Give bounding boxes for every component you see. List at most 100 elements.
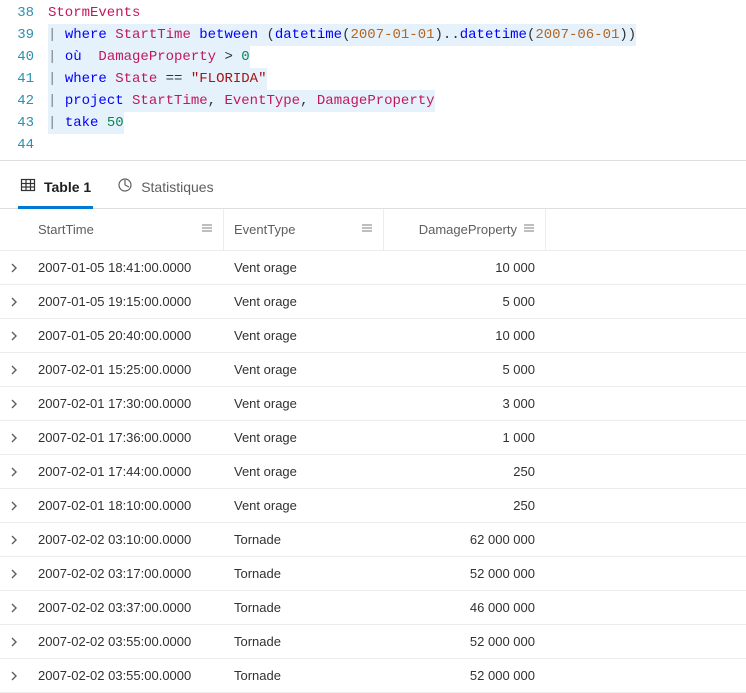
cell-starttime: 2007-02-02 03:55:00.0000: [28, 625, 224, 658]
cell-eventtype: Vent orage: [224, 251, 384, 284]
cell-eventtype: Tornade: [224, 557, 384, 590]
expand-row-icon[interactable]: [0, 297, 28, 307]
tab-table-label: Table 1: [44, 179, 91, 195]
cell-eventtype: Vent orage: [224, 319, 384, 352]
line-number: 43: [0, 112, 48, 134]
expand-row-icon[interactable]: [0, 671, 28, 681]
cell-spacer: [546, 251, 566, 284]
table-row[interactable]: 2007-02-01 18:10:00.0000Vent orage250: [0, 489, 746, 523]
cell-eventtype: Vent orage: [224, 455, 384, 488]
line-number: 42: [0, 90, 48, 112]
column-menu-icon[interactable]: [523, 222, 535, 237]
line-number: 44: [0, 134, 48, 156]
expand-row-icon[interactable]: [0, 535, 28, 545]
cell-starttime: 2007-02-02 03:17:00.0000: [28, 557, 224, 590]
line-code[interactable]: | where State == "FLORIDA": [48, 68, 746, 90]
cell-starttime: 2007-02-01 18:10:00.0000: [28, 489, 224, 522]
tab-stats-label: Statistiques: [141, 179, 213, 195]
line-code[interactable]: | where StartTime between (datetime(2007…: [48, 24, 746, 46]
editor-line[interactable]: 38StormEvents: [0, 2, 746, 24]
column-header-spacer: [546, 209, 566, 250]
cell-spacer: [546, 625, 566, 658]
cell-damageproperty: 3 000: [384, 387, 546, 420]
expand-row-icon[interactable]: [0, 569, 28, 579]
expand-row-icon[interactable]: [0, 433, 28, 443]
editor-line[interactable]: 40| où DamageProperty > 0: [0, 46, 746, 68]
tab-stats[interactable]: Statistiques: [115, 171, 215, 209]
line-code[interactable]: StormEvents: [48, 2, 746, 24]
expand-row-icon[interactable]: [0, 399, 28, 409]
results-tabs: Table 1 Statistiques: [0, 161, 746, 209]
cell-starttime: 2007-02-02 03:55:00.0000: [28, 659, 224, 692]
table-row[interactable]: 2007-02-02 03:10:00.0000Tornade62 000 00…: [0, 523, 746, 557]
line-number: 41: [0, 68, 48, 90]
cell-damageproperty: 52 000 000: [384, 625, 546, 658]
line-code[interactable]: | où DamageProperty > 0: [48, 46, 746, 68]
table-icon: [20, 177, 36, 196]
column-header-starttime[interactable]: StartTime: [28, 209, 224, 250]
cell-spacer: [546, 591, 566, 624]
cell-damageproperty: 10 000: [384, 251, 546, 284]
table-row[interactable]: 2007-02-01 17:44:00.0000Vent orage250: [0, 455, 746, 489]
query-editor[interactable]: 38StormEvents39| where StartTime between…: [0, 0, 746, 161]
table-row[interactable]: 2007-02-01 17:36:00.0000Vent orage1 000: [0, 421, 746, 455]
line-number: 38: [0, 2, 48, 24]
cell-eventtype: Vent orage: [224, 421, 384, 454]
cell-starttime: 2007-01-05 18:41:00.0000: [28, 251, 224, 284]
table-row[interactable]: 2007-01-05 20:40:00.0000Vent orage10 000: [0, 319, 746, 353]
column-header-damageproperty[interactable]: DamageProperty: [384, 209, 546, 250]
table-row[interactable]: 2007-02-01 17:30:00.0000Vent orage3 000: [0, 387, 746, 421]
line-code[interactable]: [48, 134, 746, 156]
cell-damageproperty: 10 000: [384, 319, 546, 352]
expand-row-icon[interactable]: [0, 467, 28, 477]
cell-spacer: [546, 557, 566, 590]
table-row[interactable]: 2007-02-02 03:17:00.0000Tornade52 000 00…: [0, 557, 746, 591]
tab-table[interactable]: Table 1: [18, 171, 93, 209]
cell-starttime: 2007-02-01 17:44:00.0000: [28, 455, 224, 488]
expand-row-icon[interactable]: [0, 637, 28, 647]
table-row[interactable]: 2007-02-02 03:55:00.0000Tornade52 000 00…: [0, 659, 746, 693]
expand-row-icon[interactable]: [0, 331, 28, 341]
cell-damageproperty: 5 000: [384, 353, 546, 386]
results-table: StartTime EventType DamageProperty 2007-…: [0, 209, 746, 693]
cell-starttime: 2007-02-01 17:30:00.0000: [28, 387, 224, 420]
expand-row-icon[interactable]: [0, 365, 28, 375]
cell-eventtype: Tornade: [224, 523, 384, 556]
cell-starttime: 2007-02-02 03:37:00.0000: [28, 591, 224, 624]
line-number: 40: [0, 46, 48, 68]
cell-damageproperty: 52 000 000: [384, 659, 546, 692]
cell-spacer: [546, 319, 566, 352]
table-row[interactable]: 2007-01-05 19:15:00.0000Vent orage5 000: [0, 285, 746, 319]
editor-line[interactable]: 44: [0, 134, 746, 156]
expand-row-icon[interactable]: [0, 263, 28, 273]
table-row[interactable]: 2007-02-01 15:25:00.0000Vent orage5 000: [0, 353, 746, 387]
column-menu-icon[interactable]: [201, 222, 213, 237]
line-number: 39: [0, 24, 48, 46]
cell-starttime: 2007-02-02 03:10:00.0000: [28, 523, 224, 556]
expand-row-icon[interactable]: [0, 501, 28, 511]
table-row[interactable]: 2007-02-02 03:37:00.0000Tornade46 000 00…: [0, 591, 746, 625]
editor-line[interactable]: 39| where StartTime between (datetime(20…: [0, 24, 746, 46]
editor-line[interactable]: 43| take 50: [0, 112, 746, 134]
stats-icon: [117, 177, 133, 196]
cell-damageproperty: 250: [384, 489, 546, 522]
line-code[interactable]: | take 50: [48, 112, 746, 134]
cell-damageproperty: 46 000 000: [384, 591, 546, 624]
cell-spacer: [546, 285, 566, 318]
column-menu-icon[interactable]: [361, 222, 373, 237]
cell-damageproperty: 52 000 000: [384, 557, 546, 590]
editor-line[interactable]: 42| project StartTime, EventType, Damage…: [0, 90, 746, 112]
cell-eventtype: Vent orage: [224, 353, 384, 386]
cell-spacer: [546, 659, 566, 692]
cell-starttime: 2007-01-05 20:40:00.0000: [28, 319, 224, 352]
cell-spacer: [546, 421, 566, 454]
cell-damageproperty: 1 000: [384, 421, 546, 454]
editor-line[interactable]: 41| where State == "FLORIDA": [0, 68, 746, 90]
table-row[interactable]: 2007-01-05 18:41:00.0000Vent orage10 000: [0, 251, 746, 285]
expand-row-icon[interactable]: [0, 603, 28, 613]
column-header-eventtype[interactable]: EventType: [224, 209, 384, 250]
cell-damageproperty: 250: [384, 455, 546, 488]
table-row[interactable]: 2007-02-02 03:55:00.0000Tornade52 000 00…: [0, 625, 746, 659]
cell-eventtype: Vent orage: [224, 285, 384, 318]
line-code[interactable]: | project StartTime, EventType, DamagePr…: [48, 90, 746, 112]
